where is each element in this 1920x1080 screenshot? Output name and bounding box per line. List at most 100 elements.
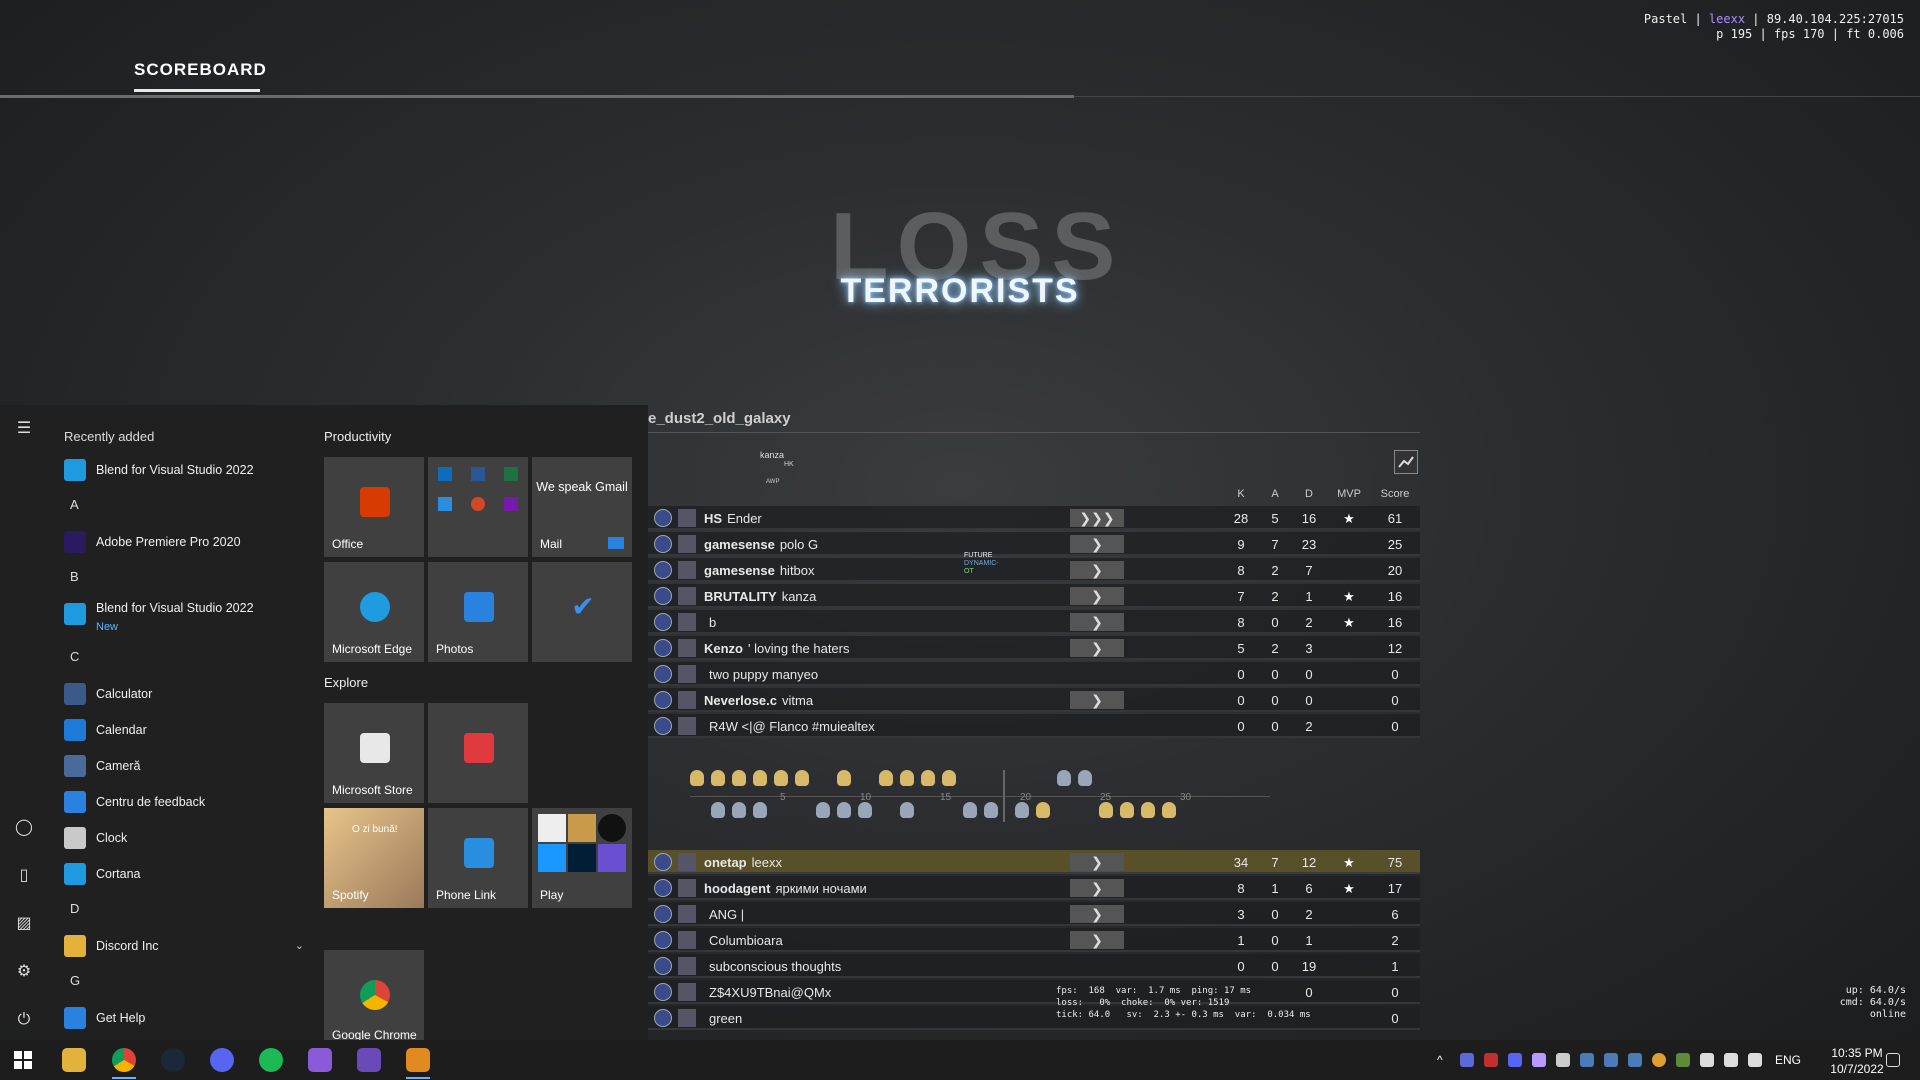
player-row[interactable]: subconscious thoughts 0 0 19 1	[648, 954, 1420, 978]
visual-studio-2-icon[interactable]	[357, 1048, 381, 1072]
spotify-icon[interactable]	[259, 1048, 283, 1072]
chevron-up-icon[interactable]: ^	[1437, 1053, 1451, 1067]
app-item[interactable]: Clock	[64, 823, 304, 855]
avatar[interactable]	[678, 879, 696, 897]
section-letter[interactable]: G	[70, 973, 80, 988]
discord-tray-icon[interactable]	[1508, 1053, 1522, 1067]
avatar[interactable]	[678, 535, 696, 553]
section-letter[interactable]: D	[70, 901, 79, 916]
app-item[interactable]: Cortana	[64, 859, 304, 891]
file-explorer-icon[interactable]	[62, 1048, 86, 1072]
player-row[interactable]: BRUTALITY kanza ❯ 7 2 1 ★ 16	[648, 584, 1420, 608]
steam-tray-icon[interactable]	[1580, 1053, 1594, 1067]
player-row[interactable]: R4W <|@ Flanco #muiealtex 0 0 2 0	[648, 714, 1420, 738]
app-tray-icon[interactable]	[1556, 1053, 1570, 1067]
avatar[interactable]	[678, 853, 696, 871]
section-letter[interactable]: B	[70, 569, 79, 584]
player-actions-button[interactable]: ❯❯❯	[1070, 509, 1124, 527]
app-item[interactable]: Cameră	[64, 751, 304, 783]
graph-button[interactable]	[1394, 450, 1418, 474]
player-row[interactable]: b ❯ 8 0 2 ★ 16	[648, 610, 1420, 634]
app-item[interactable]: Blend for Visual Studio 2022	[64, 455, 304, 487]
power-icon[interactable]: ⏻	[14, 1010, 34, 1030]
steam-tray-2-icon[interactable]	[1604, 1053, 1618, 1067]
player-row[interactable]: onetap leexx ❯ 34 7 12 ★ 75	[648, 850, 1420, 874]
section-letter[interactable]: C	[70, 649, 79, 664]
volume-icon[interactable]	[1748, 1053, 1762, 1067]
player-actions-button[interactable]: ❯	[1070, 535, 1124, 553]
player-row[interactable]: hoodagent яркими ночами ❯ 8 1 6 ★ 17	[648, 876, 1420, 900]
avatar[interactable]	[678, 587, 696, 605]
hamburger-icon[interactable]: ☰	[14, 419, 34, 439]
player-actions-button[interactable]: ❯	[1070, 931, 1124, 949]
tile-photos[interactable]: Photos	[428, 562, 528, 662]
tile-todo[interactable]: ✔	[532, 562, 632, 662]
avatar[interactable]	[678, 613, 696, 631]
section-letter[interactable]: A	[70, 497, 79, 512]
avatar[interactable]	[678, 691, 696, 709]
chrome-taskbar-icon[interactable]	[112, 1048, 136, 1072]
app-item[interactable]: Discord Inc ⌄	[64, 931, 304, 963]
player-actions-button[interactable]: ❯	[1070, 613, 1124, 631]
avatar[interactable]	[678, 561, 696, 579]
pictures-icon[interactable]: ▨	[14, 914, 34, 934]
avatar[interactable]	[678, 639, 696, 657]
language-indicator[interactable]: ENG	[1775, 1053, 1801, 1067]
tile-office[interactable]: Office	[324, 457, 424, 557]
avatar[interactable]	[678, 931, 696, 949]
chrome-tray-icon[interactable]	[1652, 1053, 1666, 1067]
avatar[interactable]	[678, 1009, 696, 1027]
app-item[interactable]: Blend for Visual Studio 2022 New	[64, 599, 304, 633]
mic-icon[interactable]	[1700, 1053, 1714, 1067]
player-row[interactable]: Neverlose.c vitma ❯ 0 0 0 0	[648, 688, 1420, 712]
app-item[interactable]: Calendar	[64, 715, 304, 747]
app-item[interactable]: Centru de feedback	[64, 787, 304, 819]
player-actions-button[interactable]: ❯	[1070, 587, 1124, 605]
player-actions-button[interactable]: ❯	[1070, 853, 1124, 871]
clock[interactable]: 10:35 PM 10/7/2022	[1824, 1045, 1890, 1077]
network-icon[interactable]	[1724, 1053, 1738, 1067]
notification-icon[interactable]	[1886, 1053, 1900, 1067]
discord-icon[interactable]	[210, 1048, 234, 1072]
chevron-down-icon[interactable]: ⌄	[295, 939, 304, 952]
avatar[interactable]	[678, 905, 696, 923]
tile-chrome[interactable]: Google Chrome	[324, 950, 424, 1042]
app-item[interactable]: Get Help	[64, 1003, 304, 1035]
user-icon[interactable]: ◯	[14, 818, 34, 838]
documents-icon[interactable]: ▯	[14, 866, 34, 886]
tile-office-apps[interactable]	[428, 457, 528, 557]
avatar[interactable]	[678, 509, 696, 527]
steam-tray-3-icon[interactable]	[1628, 1053, 1642, 1067]
tile-edge[interactable]: Microsoft Edge	[324, 562, 424, 662]
avatar[interactable]	[678, 717, 696, 735]
player-actions-button[interactable]: ❯	[1070, 879, 1124, 897]
player-actions-button[interactable]: ❯	[1070, 561, 1124, 579]
player-row[interactable]: ANG | ❯ 3 0 2 6	[648, 902, 1420, 926]
tile-play[interactable]: Play	[532, 808, 632, 908]
player-row[interactable]: Kenzo ' loving the haters ❯ 5 2 3 12	[648, 636, 1420, 660]
player-actions-button[interactable]: ❯	[1070, 639, 1124, 657]
tile-mail[interactable]: We speak Gmail Mail	[532, 457, 632, 557]
visual-studio-icon[interactable]	[308, 1048, 332, 1072]
tile-store[interactable]: Microsoft Store	[324, 703, 424, 803]
player-actions-button[interactable]: ❯	[1070, 691, 1124, 709]
tile-phone-link[interactable]: Phone Link	[428, 808, 528, 908]
avatar[interactable]	[678, 665, 696, 683]
tile-news[interactable]	[428, 703, 528, 803]
nvidia-icon[interactable]	[1676, 1053, 1690, 1067]
player-row[interactable]: two puppy manyeo 0 0 0 0	[648, 662, 1420, 686]
player-row[interactable]: HS Ender ❯❯❯ 28 5 16 ★ 61	[648, 506, 1420, 530]
steam-icon[interactable]	[161, 1048, 185, 1072]
app-item[interactable]: Calculator	[64, 679, 304, 711]
windows-start-icon[interactable]	[11, 1048, 35, 1072]
csgo-icon[interactable]	[406, 1048, 430, 1072]
app-item[interactable]: Adobe Premiere Pro 2020	[64, 527, 304, 559]
player-actions-button[interactable]: ❯	[1070, 905, 1124, 923]
player-row[interactable]: Columbioara ❯ 1 0 1 2	[648, 928, 1420, 952]
mic-app-icon[interactable]	[1484, 1053, 1498, 1067]
avatar[interactable]	[678, 983, 696, 1001]
settings-gear-icon[interactable]: ⚙	[14, 962, 34, 982]
avatar[interactable]	[678, 957, 696, 975]
pen-icon[interactable]	[1532, 1053, 1546, 1067]
tab-scoreboard[interactable]: SCOREBOARD	[134, 60, 266, 80]
